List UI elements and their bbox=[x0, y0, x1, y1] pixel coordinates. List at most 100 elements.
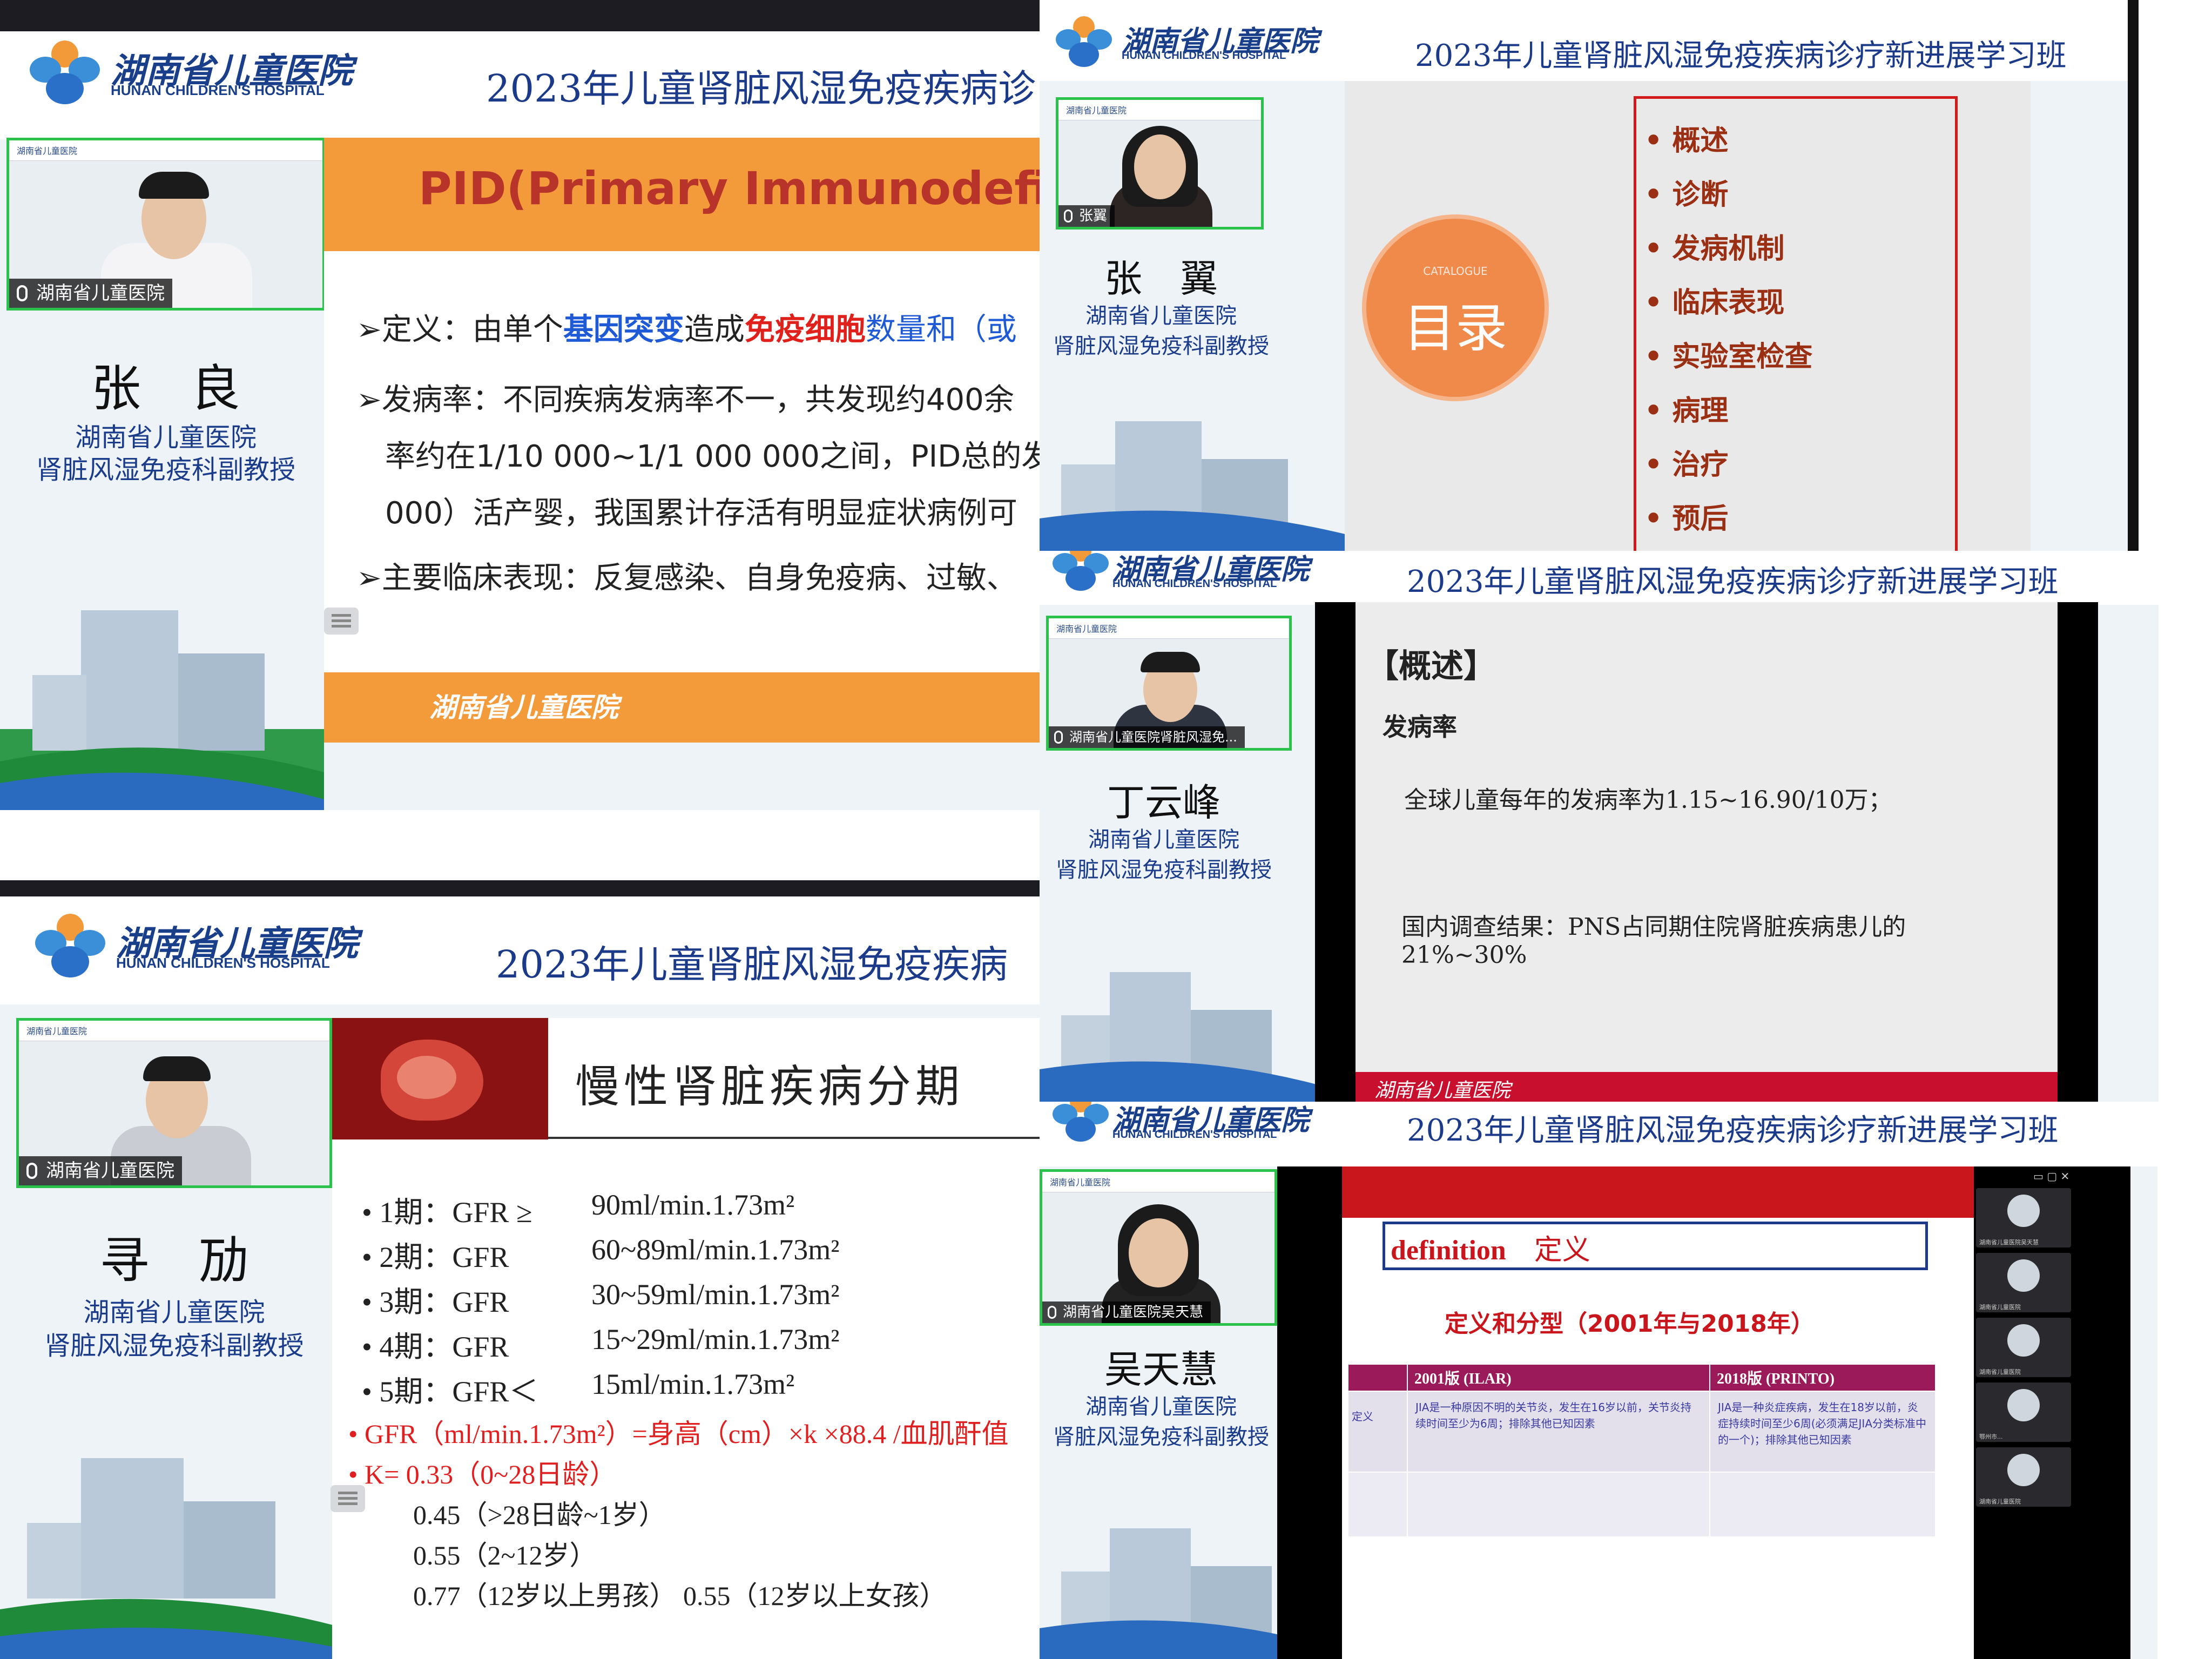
speaker-camera[interactable]: 湖南省儿童医院 湖南省儿童医院吴天慧 bbox=[1040, 1169, 1277, 1326]
speaker-org: 湖南省儿童医院 bbox=[1085, 1394, 1237, 1419]
slide-title: PID(Primary Immunodeficien bbox=[419, 162, 1040, 215]
slide-catalogue: CATALOGUE 目录 • 概述 • 诊断 • 发病机制 • 临床表现 • 实… bbox=[1345, 81, 2031, 551]
speaker-name: 张 翼 bbox=[1104, 257, 1218, 301]
speaker-org: 湖南省儿童医院 bbox=[1085, 304, 1237, 328]
catalogue-label-cn: 目录 bbox=[1404, 298, 1507, 359]
participant-tile[interactable]: 湖南省儿童医院 bbox=[1976, 1253, 2071, 1312]
jia-criteria-table: 2001版 (ILAR) 2018版 (PRINTO) 定义 JIA是一种原因不… bbox=[1347, 1364, 1936, 1537]
bullet-incidence-line2: 率约在1/10 000~1/1 000 000之间，PID总的发 bbox=[385, 439, 1040, 474]
ckd-stage-label: • 1期：GFR ≥ bbox=[362, 1196, 532, 1229]
slide-title: 慢性肾脏疾病分期 bbox=[575, 1061, 965, 1112]
hospital-name-en: HUNAN CHILDREN'S HOSPITAL bbox=[1112, 1129, 1277, 1141]
hospital-logo-icon bbox=[1053, 1102, 1109, 1142]
table-cell: JIA是一种原因不明的关节炎，发生在16岁以前，关节炎持续时间至少为6周；排除其… bbox=[1407, 1391, 1710, 1473]
incidence-global: 全球儿童每年的发病率为1.15~16.90/10万； bbox=[1404, 786, 1892, 814]
ckd-stage-value: 30~59ml/min.1.73m² bbox=[591, 1278, 840, 1311]
incidence-heading: 发病率 bbox=[1382, 712, 1457, 741]
hospital-name-en: HUNAN CHILDREN'S HOSPITAL bbox=[1122, 50, 1286, 62]
speaker-camera[interactable]: 湖南省儿童医院 湖南省儿童医院 bbox=[16, 1018, 332, 1188]
slide-jia-definition: definition 定义 定义和分型（2001年与2018年） 2001版 (… bbox=[1277, 1166, 2130, 1659]
ckd-stage-value: 15ml/min.1.73m² bbox=[591, 1368, 795, 1400]
hospital-logo-icon bbox=[35, 914, 105, 979]
table-cell: JIA是一种炎症疾病，发生在18岁以前，炎症持续时间至少6周(必须满足JIA分类… bbox=[1709, 1391, 1936, 1473]
bullet-manifestations: ➢主要临床表现：反复感染、自身免疫病、过敏、 bbox=[356, 561, 1017, 596]
catalogue-item[interactable]: • 预后 bbox=[1644, 496, 1728, 536]
slide-overview: 【概述】 发病率 全球儿童每年的发病率为1.15~16.90/10万； 国内调查… bbox=[1315, 602, 2098, 1102]
speaker-org: 湖南省儿童医院 bbox=[1088, 827, 1239, 852]
bullet-definition: ➢定义：由单个基因突变造成免疫细胞数量和（或 bbox=[356, 312, 1017, 347]
catalogue-item[interactable]: • 临床表现 bbox=[1644, 280, 1784, 320]
ckd-stage-value: 15~29ml/min.1.73m² bbox=[591, 1323, 840, 1355]
slide-outline-button[interactable] bbox=[324, 608, 359, 635]
mic-icon bbox=[1064, 210, 1073, 222]
mic-icon bbox=[26, 1163, 37, 1179]
table-row-label: 定义 bbox=[1347, 1391, 1408, 1473]
hospital-name-en: HUNAN CHILDREN'S HOSPITAL bbox=[111, 82, 325, 98]
table-header: 2001版 (ILAR) bbox=[1407, 1364, 1710, 1392]
gfr-formula: • GFR（ml/min.1.73m²）=身高（cm）×k ×88.4 /血肌酐… bbox=[348, 1419, 1009, 1449]
slide-ckd-stages: 慢性肾脏疾病分期 • 1期：GFR ≥ 90ml/min.1.73m² • 2期… bbox=[332, 1018, 1040, 1659]
section-title: 【概述】 bbox=[1366, 648, 1496, 685]
kidney-image bbox=[332, 1018, 548, 1139]
hospital-building-image bbox=[0, 567, 324, 810]
speaker-title: 肾脏风湿免疫科副教授 bbox=[1053, 334, 1269, 359]
speaker-camera[interactable]: 湖南省儿童医院 湖南省儿童医院肾脏风湿免... bbox=[1046, 616, 1292, 751]
hospital-name-en: HUNAN CHILDREN'S HOSPITAL bbox=[116, 955, 330, 971]
hospital-logo-icon bbox=[1053, 551, 1109, 591]
participant-tile[interactable]: 湖南省儿童医院 bbox=[1976, 1318, 2071, 1377]
panel-ding-yunfeng: 湖南省儿童医院 HUNAN CHILDREN'S HOSPITAL 2023年儿… bbox=[1040, 551, 2159, 1102]
hospital-logo-icon bbox=[30, 41, 100, 105]
window-controls[interactable]: ▭ ▢ ✕ bbox=[2033, 1170, 2076, 1183]
ckd-stage-label: • 5期：GFR＜ bbox=[362, 1375, 538, 1408]
ckd-stage-value: 60~89ml/min.1.73m² bbox=[591, 1233, 840, 1266]
speaker-camera[interactable]: 湖南省儿童医院 张翼 bbox=[1056, 97, 1264, 230]
panel-zhang-yi: 湖南省儿童医院 HUNAN CHILDREN'S HOSPITAL 2023年儿… bbox=[1040, 0, 2128, 551]
speaker-title: 肾脏风湿免疫科副教授 bbox=[44, 1331, 304, 1361]
mic-icon bbox=[1048, 1306, 1056, 1319]
speaker-title: 肾脏风湿免疫科副教授 bbox=[36, 455, 295, 485]
hospital-building-image bbox=[1040, 950, 1320, 1102]
slide-footer-logo: 湖南省儿童医院 bbox=[1374, 1080, 1511, 1102]
k-value-infant: 0.45（>28日龄~1岁） bbox=[413, 1500, 666, 1530]
mic-icon bbox=[1054, 731, 1063, 744]
speaker-name: 寻 劢 bbox=[99, 1232, 249, 1290]
catalogue-label-en: CATALOGUE bbox=[1423, 265, 1488, 278]
catalogue-item[interactable]: • 实验室检查 bbox=[1644, 334, 1812, 374]
participant-tile[interactable]: 鄂州市... bbox=[1976, 1382, 2071, 1442]
participant-tile[interactable]: 湖南省儿童医院 bbox=[1976, 1447, 2071, 1507]
hospital-building-image bbox=[0, 1420, 335, 1659]
camera-name-label: 湖南省儿童医院 bbox=[19, 1156, 182, 1185]
k-value-child: 0.55（2~12岁） bbox=[413, 1540, 597, 1570]
speaker-org: 湖南省儿童医院 bbox=[83, 1297, 265, 1327]
speaker-title: 肾脏风湿免疫科副教授 bbox=[1056, 858, 1272, 882]
hospital-name-en: HUNAN CHILDREN'S HOSPITAL bbox=[1112, 578, 1277, 590]
k-value-adolescent: 0.77（12岁以上男孩） 0.55（12岁以上女孩） bbox=[413, 1581, 947, 1611]
ckd-stage-value: 90ml/min.1.73m² bbox=[591, 1189, 795, 1221]
speaker-camera[interactable]: 湖南省儿童医院 湖南省儿童医院 bbox=[6, 138, 325, 311]
slide-outline-button[interactable] bbox=[331, 1485, 365, 1512]
camera-name-label: 湖南省儿童医院 bbox=[9, 279, 172, 308]
participant-tile[interactable]: 湖南省儿童医院吴天慧 bbox=[1976, 1188, 2071, 1247]
course-title: 2023年儿童肾脏风湿免疫疾病诊 bbox=[486, 66, 1036, 111]
slide-title-underline bbox=[548, 1137, 1040, 1139]
table-header: 2018版 (PRINTO) bbox=[1709, 1364, 1936, 1392]
catalogue-item[interactable]: • 病理 bbox=[1644, 388, 1728, 428]
speaker-name: 张 良 bbox=[91, 360, 240, 417]
slide-pid: PID(Primary Immunodeficien ➢定义：由单个基因突变造成… bbox=[324, 138, 1040, 743]
panel-wu-tianhui: 湖南省儿童医院 HUNAN CHILDREN'S HOSPITAL 2023年儿… bbox=[1040, 1102, 2157, 1659]
panel-xun-mai: 湖南省儿童医院 HUNAN CHILDREN'S HOSPITAL 2023年儿… bbox=[0, 880, 1040, 1659]
catalogue-item[interactable]: • 诊断 bbox=[1644, 172, 1728, 212]
catalogue-item[interactable]: • 发病机制 bbox=[1644, 226, 1784, 266]
catalogue-item[interactable]: • 概述 bbox=[1644, 118, 1728, 158]
speaker-name: 丁云峰 bbox=[1107, 780, 1220, 825]
incidence-domestic-value: 21%~30% bbox=[1401, 941, 1527, 969]
hospital-logo-icon bbox=[1056, 16, 1112, 68]
catalogue-item[interactable]: • 治疗 bbox=[1644, 442, 1728, 482]
slide-footer-logo: 湖南省儿童医院 bbox=[429, 691, 618, 723]
camera-name-label: 湖南省儿童医院肾脏风湿免... bbox=[1049, 726, 1245, 748]
definition-title: definition 定义 bbox=[1391, 1235, 1590, 1266]
mic-icon bbox=[17, 285, 28, 301]
panel-zhang-liang: 湖南省儿童医院 HUNAN CHILDREN'S HOSPITAL 2023年儿… bbox=[0, 0, 1040, 810]
window-edge-dark bbox=[2128, 0, 2139, 551]
classification-subtitle: 定义和分型（2001年与2018年） bbox=[1445, 1310, 1815, 1338]
